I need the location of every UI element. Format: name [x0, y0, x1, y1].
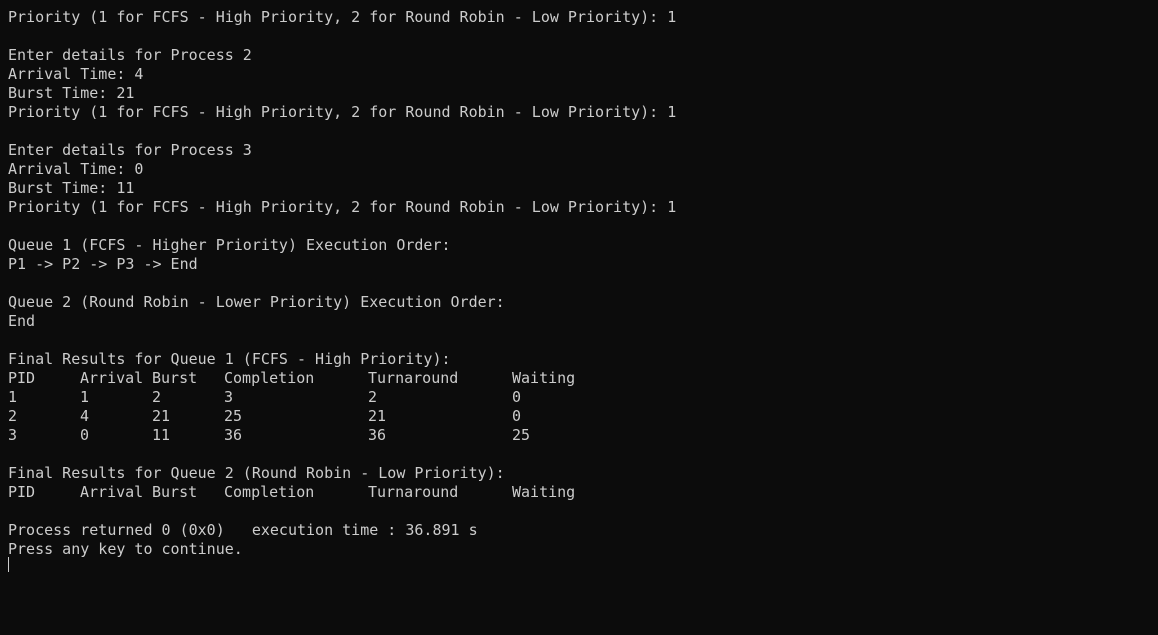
text-cursor	[8, 557, 9, 572]
col-waiting: Waiting	[512, 483, 576, 501]
queue2-order-title: Queue 2 (Round Robin - Lower Priority) E…	[8, 293, 505, 311]
queue2-order: End	[8, 312, 36, 330]
col-turnaround: Turnaround	[368, 483, 459, 501]
cell-turnaround: 36	[368, 426, 387, 444]
cell-turnaround: 21	[368, 407, 387, 425]
cell-completion: 25	[224, 407, 243, 425]
col-completion: Completion	[224, 369, 315, 387]
cell-arrival: 4	[80, 407, 90, 425]
burst-line: Burst Time: 21	[8, 84, 135, 102]
results-q1-title: Final Results for Queue 1 (FCFS - High P…	[8, 350, 451, 368]
cell-arrival: 1	[80, 388, 90, 406]
cell-burst: 21	[152, 407, 171, 425]
cell-arrival: 0	[80, 426, 90, 444]
col-arrival: Arrival	[80, 483, 144, 501]
press-key-line: Press any key to continue.	[8, 540, 243, 558]
cell-waiting: 0	[512, 388, 522, 406]
col-pid: PID	[8, 369, 36, 387]
cell-burst: 2	[152, 388, 162, 406]
priority-line: Priority (1 for FCFS - High Priority, 2 …	[8, 8, 677, 26]
col-arrival: Arrival	[80, 369, 144, 387]
queue1-order: P1 -> P2 -> P3 -> End	[8, 255, 198, 273]
table-row: 3 0 11 36 36 25	[8, 426, 1158, 445]
col-completion: Completion	[224, 483, 315, 501]
cell-completion: 36	[224, 426, 243, 444]
queue1-order-title: Queue 1 (FCFS - Higher Priority) Executi…	[8, 236, 451, 254]
col-turnaround: Turnaround	[368, 369, 459, 387]
process-returned-line: Process returned 0 (0x0) execution time …	[8, 521, 478, 539]
table-row: 2 4 21 25 21 0	[8, 407, 1158, 426]
console-output[interactable]: Priority (1 for FCFS - High Priority, 2 …	[0, 0, 1158, 572]
cell-burst: 11	[152, 426, 171, 444]
priority-line: Priority (1 for FCFS - High Priority, 2 …	[8, 103, 677, 121]
cell-pid: 2	[8, 407, 18, 425]
cell-completion: 3	[224, 388, 234, 406]
col-burst: Burst	[152, 369, 198, 387]
process-header: Enter details for Process 3	[8, 141, 252, 159]
cell-turnaround: 2	[368, 388, 378, 406]
arrival-line: Arrival Time: 0	[8, 160, 144, 178]
cell-waiting: 0	[512, 407, 522, 425]
results-q2-header-row: PID Arrival Burst Completion Turnaround …	[8, 483, 1158, 502]
cell-pid: 1	[8, 388, 18, 406]
cell-waiting: 25	[512, 426, 531, 444]
col-waiting: Waiting	[512, 369, 576, 387]
col-pid: PID	[8, 483, 36, 501]
col-burst: Burst	[152, 483, 198, 501]
table-row: 1 1 2 3 2 0	[8, 388, 1158, 407]
process-header: Enter details for Process 2	[8, 46, 252, 64]
arrival-line: Arrival Time: 4	[8, 65, 144, 83]
priority-line: Priority (1 for FCFS - High Priority, 2 …	[8, 198, 677, 216]
burst-line: Burst Time: 11	[8, 179, 135, 197]
cell-pid: 3	[8, 426, 18, 444]
results-q2-title: Final Results for Queue 2 (Round Robin -…	[8, 464, 505, 482]
results-q1-header-row: PID Arrival Burst Completion Turnaround …	[8, 369, 1158, 388]
